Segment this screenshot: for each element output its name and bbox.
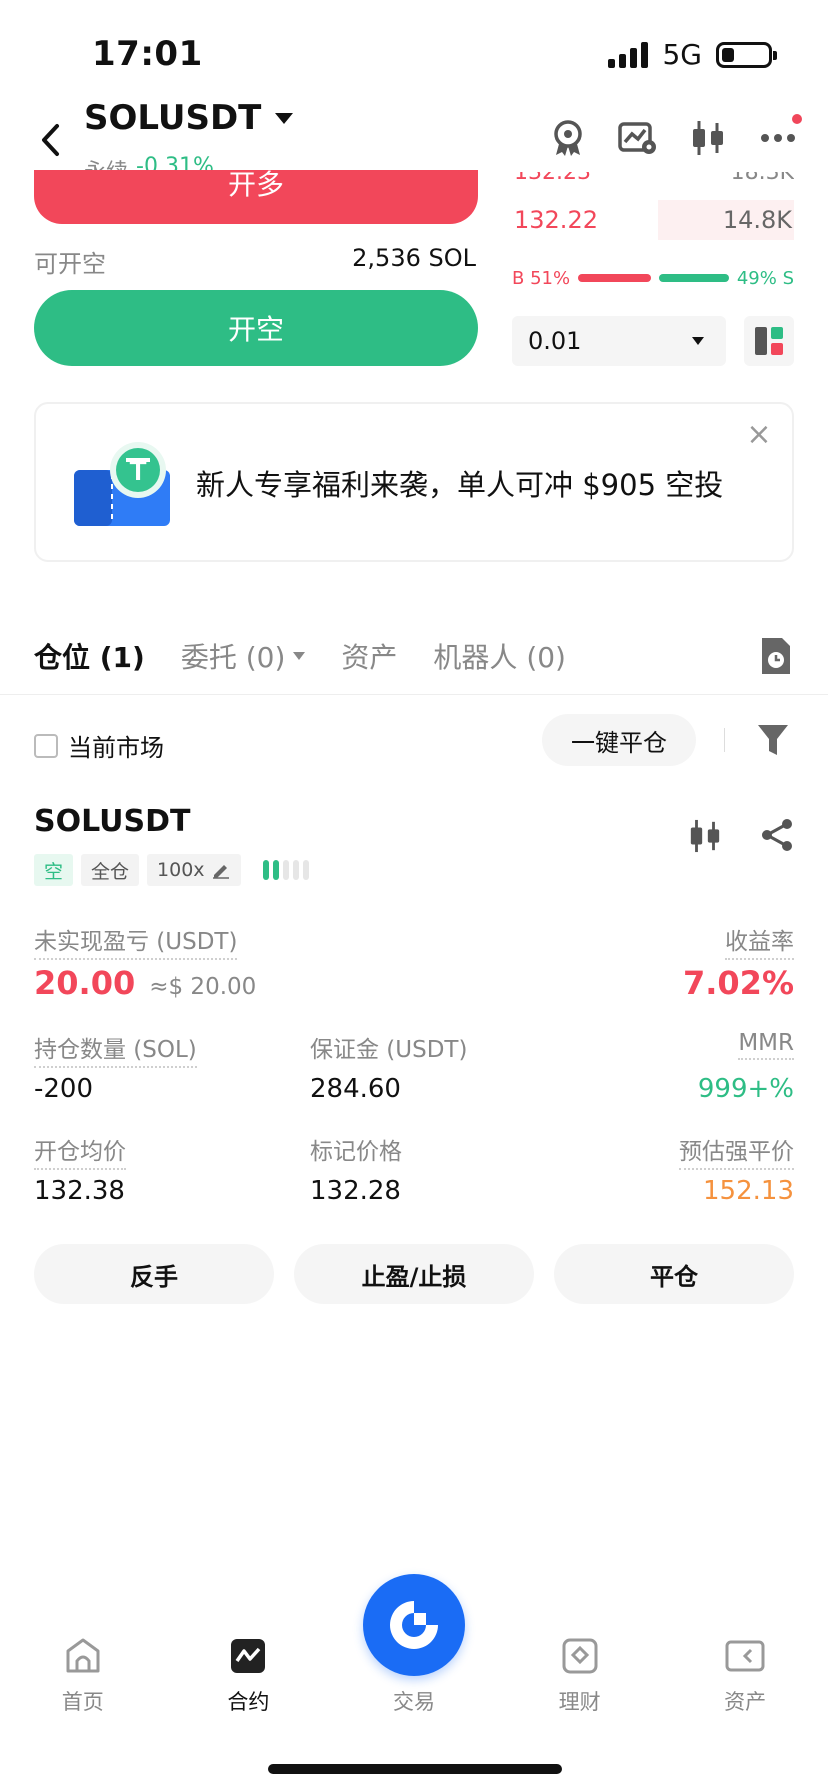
orderbook-qty: 18.3K <box>730 172 794 185</box>
orderbook-price: 132.23 <box>514 172 591 185</box>
entry-price-value: 132.38 <box>34 1176 125 1206</box>
position-actions <box>688 818 794 854</box>
close-all-button[interactable]: 一键平仓 <box>542 714 696 766</box>
open-short-button[interactable]: 开空 <box>34 290 478 366</box>
earn-icon <box>560 1636 600 1676</box>
trade-fab-icon <box>390 1601 438 1649</box>
margin-value: 284.60 <box>310 1074 401 1104</box>
orderbook-row[interactable]: 132.23 18.3K <box>512 172 794 186</box>
award-icon[interactable] <box>548 118 588 158</box>
chevron-left-icon <box>42 124 59 156</box>
precision-value: 0.01 <box>528 327 582 355</box>
caret-down-icon <box>275 112 294 124</box>
orderbook-price: 132.22 <box>514 206 598 234</box>
size-value: -200 <box>34 1074 94 1104</box>
nav-assets[interactable]: 资产 <box>662 1600 828 1720</box>
size-label[interactable]: 持仓数量 (SOL) <box>34 1030 197 1068</box>
checkbox[interactable] <box>34 733 58 758</box>
divider <box>724 728 725 752</box>
precision-select[interactable]: 0.01 <box>512 316 726 366</box>
open-long-button[interactable]: 开多 <box>34 170 478 224</box>
mmr-label[interactable]: MMR <box>738 1030 794 1060</box>
close-icon[interactable]: × <box>744 420 774 450</box>
orderbook-layout-button[interactable] <box>744 316 794 366</box>
current-market-filter[interactable]: 当前市场 <box>34 728 164 763</box>
adl-indicator <box>262 860 309 880</box>
mmr-value: 999+% <box>697 1074 794 1104</box>
position-tags: 空 全仓 100x <box>34 854 309 886</box>
wallet-icon <box>725 1636 765 1676</box>
home-icon <box>63 1636 103 1676</box>
close-position-button[interactable]: 平仓 <box>554 1244 794 1304</box>
liq-price-label[interactable]: 预估强平价 <box>679 1132 794 1170</box>
notification-dot <box>792 114 802 124</box>
back-button[interactable] <box>30 116 70 164</box>
layout-icon <box>755 327 783 355</box>
status-time: 17:01 <box>92 34 203 74</box>
position-tabs: 仓位 (1) 委托 (0) 资产 机器人 (0) <box>34 636 566 676</box>
home-indicator <box>268 1764 562 1774</box>
pair-selector[interactable]: SOLUSDT <box>84 98 294 138</box>
status-indicators: 5G <box>608 38 777 71</box>
filter-icon[interactable] <box>756 722 790 758</box>
nav-earn[interactable]: 理财 <box>497 1600 663 1720</box>
margin-mode-tag: 全仓 <box>81 854 140 886</box>
ratio-bar <box>578 274 729 282</box>
caret-down-icon <box>293 652 306 660</box>
position-symbol[interactable]: SOLUSDT <box>34 804 191 839</box>
tab-positions[interactable]: 仓位 (1) <box>34 636 145 676</box>
signal-icon <box>608 41 649 68</box>
network-label: 5G <box>662 38 702 71</box>
more-icon[interactable] <box>758 114 802 158</box>
tp-sl-button[interactable]: 止盈/止损 <box>294 1244 534 1304</box>
candlestick-icon[interactable] <box>688 118 728 158</box>
tab-bots[interactable]: 机器人 (0) <box>433 636 566 676</box>
header-actions <box>548 114 802 158</box>
chart-settings-icon[interactable] <box>618 118 658 158</box>
available-short-value: 2,536 SOL <box>352 244 476 272</box>
buy-ratio-label: B 51% <box>512 267 571 289</box>
candlestick-icon[interactable] <box>688 818 722 854</box>
leverage-tag[interactable]: 100x <box>147 854 241 886</box>
tab-assets[interactable]: 资产 <box>341 636 397 676</box>
coupon-graphic: T <box>72 440 182 530</box>
current-market-label: 当前市场 <box>68 734 164 762</box>
entry-price-label[interactable]: 开仓均价 <box>34 1132 126 1170</box>
roi-label[interactable]: 收益率 <box>725 922 794 960</box>
battery-icon <box>716 41 777 68</box>
margin-label: 保证金 (USDT) <box>310 1037 468 1063</box>
sell-ratio-fill <box>658 274 729 282</box>
orderbook-qty: 14.8K <box>722 206 792 234</box>
buy-sell-ratio: B 51% 49% S <box>512 266 794 290</box>
mark-price-value: 132.28 <box>310 1176 401 1206</box>
caret-down-icon <box>692 337 704 345</box>
sell-ratio-label: 49% S <box>736 267 794 289</box>
futures-icon <box>228 1636 268 1676</box>
reverse-button[interactable]: 反手 <box>34 1244 274 1304</box>
promo-banner[interactable]: T 新人专享福利来袭，单人可冲 $905 空投 × <box>34 402 794 562</box>
upnl-label[interactable]: 未实现盈亏 (USDT) <box>34 922 238 960</box>
available-short-label: 可开空 <box>34 250 106 278</box>
trade-fab-button[interactable] <box>363 1574 465 1676</box>
mark-price-label: 标记价格 <box>310 1139 402 1165</box>
pair-title: SOLUSDT <box>84 98 262 138</box>
roi-value: 7.02% <box>682 964 794 1002</box>
nav-futures[interactable]: 合约 <box>166 1600 332 1720</box>
liq-price-value: 152.13 <box>703 1176 794 1206</box>
share-icon[interactable] <box>760 818 794 852</box>
nav-home[interactable]: 首页 <box>0 1600 166 1720</box>
orderbook-row[interactable]: 132.22 14.8K <box>512 200 794 240</box>
side-tag: 空 <box>34 854 74 886</box>
history-icon[interactable] <box>758 636 794 676</box>
divider <box>0 694 828 695</box>
edit-icon <box>212 865 229 879</box>
upnl-value: 20.00 ≈$ 20.00 <box>34 964 257 1002</box>
tab-orders[interactable]: 委托 (0) <box>181 636 306 676</box>
buy-ratio-fill <box>578 274 651 282</box>
banner-text: 新人专享福利来袭，单人可冲 $905 空投 <box>196 468 724 502</box>
